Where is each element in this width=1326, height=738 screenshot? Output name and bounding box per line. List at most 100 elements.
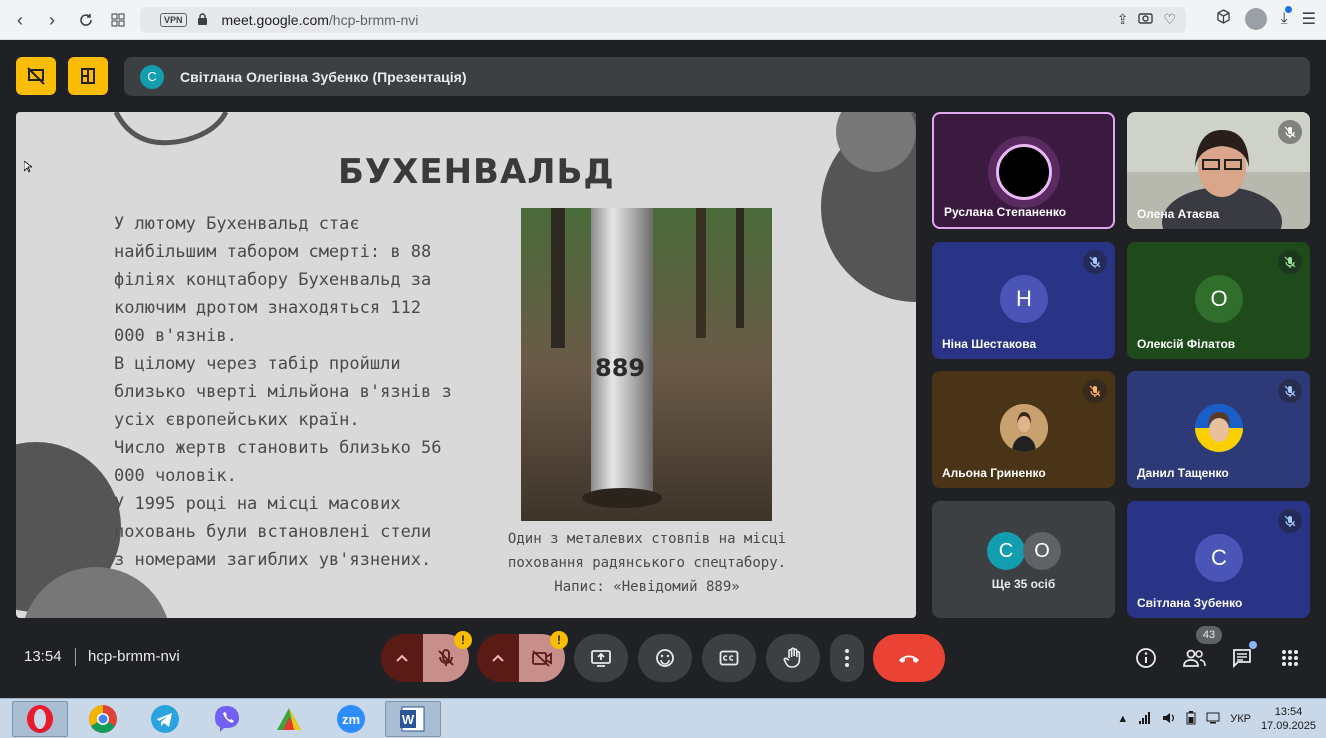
stop-presenting-button[interactable] (16, 57, 56, 95)
presenter-avatar: С (140, 64, 164, 89)
camera-icon[interactable] (1138, 11, 1154, 28)
mic-off-icon (1278, 509, 1302, 533)
participant-avatar: Н (1000, 275, 1048, 323)
leave-call-button[interactable] (873, 634, 945, 682)
clock-time: 13:54 (1274, 706, 1303, 718)
more-vert-icon (845, 649, 849, 667)
layout-icon (81, 68, 95, 84)
participant-avatar (996, 144, 1052, 200)
zoom-taskbar-icon[interactable]: zm (323, 701, 379, 737)
profile-avatar[interactable] (1244, 8, 1267, 30)
reload-button[interactable] (70, 4, 102, 36)
chat-button[interactable] (1229, 641, 1257, 671)
people-button[interactable] (1181, 645, 1207, 671)
slide-body-text: У лютому Бухенвальд стає найбільшим табо… (114, 214, 452, 570)
lock-icon (197, 12, 208, 28)
menu-icon[interactable]: ☰ (1302, 9, 1316, 29)
battery-icon[interactable] (1186, 710, 1196, 728)
participant-avatar: С (987, 532, 1025, 570)
vpn-badge[interactable]: VPN (160, 13, 187, 27)
video-options-button[interactable] (477, 634, 519, 682)
system-tray: ▲ УКР 13:54 17.09.2025 (1117, 705, 1316, 733)
meeting-time: 13:54 (24, 648, 62, 665)
participant-tile[interactable]: Н Ніна Шестакова (932, 242, 1115, 359)
participant-tile[interactable]: Олена Атаєва (1127, 112, 1310, 229)
hand-icon (783, 647, 801, 668)
photo-caption: Один з металевих стовпів на місці похова… (507, 531, 787, 595)
share-icon[interactable]: ⇪ (1117, 11, 1129, 28)
presentation-off-icon (27, 67, 45, 85)
word-taskbar-icon[interactable]: W (385, 701, 441, 737)
opera-taskbar-icon[interactable] (12, 701, 68, 737)
telegram-taskbar-icon[interactable] (137, 701, 193, 737)
people-count-badge: 43 (1196, 626, 1222, 644)
reactions-button[interactable] (638, 634, 692, 682)
participant-name: Олексій Філатов (1137, 337, 1236, 351)
chevron-up-icon (492, 654, 504, 662)
layout-button[interactable] (68, 57, 108, 95)
more-participants-tile[interactable]: С О Ще 35 осіб (932, 501, 1115, 618)
signal-icon[interactable] (1138, 711, 1152, 727)
chrome-taskbar-icon[interactable] (75, 701, 131, 737)
participant-tile[interactable]: Руслана Степаненко (932, 112, 1115, 229)
present-screen-button[interactable] (574, 634, 628, 682)
slide-title: БУХЕНВАЛЬД (338, 152, 615, 192)
language-indicator[interactable]: УКР (1230, 713, 1251, 725)
participant-tile[interactable]: Альона Гриненко (932, 371, 1115, 488)
participant-name: Руслана Степаненко (944, 205, 1067, 219)
address-bar[interactable]: VPN meet.google.com/hcp-brmm-nvi ⇪ ♡ (140, 7, 1186, 33)
camera-warning-icon: ! (550, 631, 568, 649)
camera-off-icon (532, 650, 552, 667)
back-button[interactable]: ‹ (4, 4, 36, 36)
network-icon[interactable] (1206, 712, 1220, 727)
meeting-info-button[interactable] (1133, 645, 1159, 671)
url-text: meet.google.com/hcp-brmm-nvi (221, 12, 419, 28)
raise-hand-button[interactable] (766, 634, 820, 682)
presenter-name: Світлана Олегівна Зубенко (Презентація) (180, 68, 467, 85)
presenter-bar: С Світлана Олегівна Зубенко (Презентація… (124, 57, 1310, 96)
present-icon (591, 650, 611, 667)
audio-options-button[interactable] (381, 634, 423, 682)
app-taskbar-icon[interactable] (261, 701, 317, 737)
captions-button[interactable] (702, 634, 756, 682)
clock-date: 17.09.2025 (1260, 720, 1316, 732)
mic-warning-icon: ! (454, 631, 472, 649)
volume-icon[interactable] (1162, 712, 1176, 727)
chat-notification-dot (1249, 641, 1257, 649)
emoji-icon (656, 649, 674, 667)
download-icon[interactable]: ⤓ (1281, 6, 1292, 28)
participant-avatar: С (1195, 534, 1243, 582)
pole-number: 889 (595, 354, 646, 382)
tray-expand-icon[interactable]: ▲ (1117, 713, 1128, 725)
divider (75, 648, 76, 666)
slide-photo: 889 (521, 208, 772, 521)
participant-name: Світлана Зубенко (1137, 596, 1243, 610)
svg-text:W: W (402, 712, 415, 727)
participant-name: Ніна Шестакова (942, 337, 1037, 351)
participant-tile[interactable]: Данил Тащенко (1127, 371, 1310, 488)
browser-toolbar: ‹ › VPN meet.google.com/hcp-brmm-nvi ⇪ ♡… (0, 0, 1326, 40)
participant-name: Олена Атаєва (1137, 207, 1220, 221)
cube-icon[interactable] (1216, 9, 1231, 29)
system-clock[interactable]: 13:54 17.09.2025 (1261, 705, 1316, 733)
participant-tile[interactable]: С Світлана Зубенко (1127, 501, 1310, 618)
presentation-slide: БУХЕНВАЛЬД У лютому Бухенвальд стає найб… (16, 112, 916, 618)
chevron-up-icon (396, 654, 408, 662)
tabs-grid-icon[interactable] (102, 4, 134, 36)
participant-avatar (1000, 404, 1048, 452)
viber-taskbar-icon[interactable] (199, 701, 255, 737)
windows-taskbar: zm W ▲ УКР 13:54 17.09.2025 (0, 698, 1326, 738)
activities-button[interactable] (1277, 645, 1303, 671)
mic-off-icon (1278, 250, 1302, 274)
captions-icon (719, 650, 739, 666)
mic-off-icon (1083, 379, 1107, 403)
mic-off-icon (438, 649, 454, 666)
more-options-button[interactable] (830, 634, 864, 682)
info-icon (1136, 648, 1156, 668)
more-participants-label: Ще 35 осіб (991, 577, 1056, 591)
participant-tile[interactable]: О Олексій Філатов (1127, 242, 1310, 359)
mic-off-icon (1278, 379, 1302, 403)
mic-off-icon (1083, 250, 1107, 274)
forward-button[interactable]: › (36, 4, 68, 36)
heart-icon[interactable]: ♡ (1163, 11, 1176, 28)
